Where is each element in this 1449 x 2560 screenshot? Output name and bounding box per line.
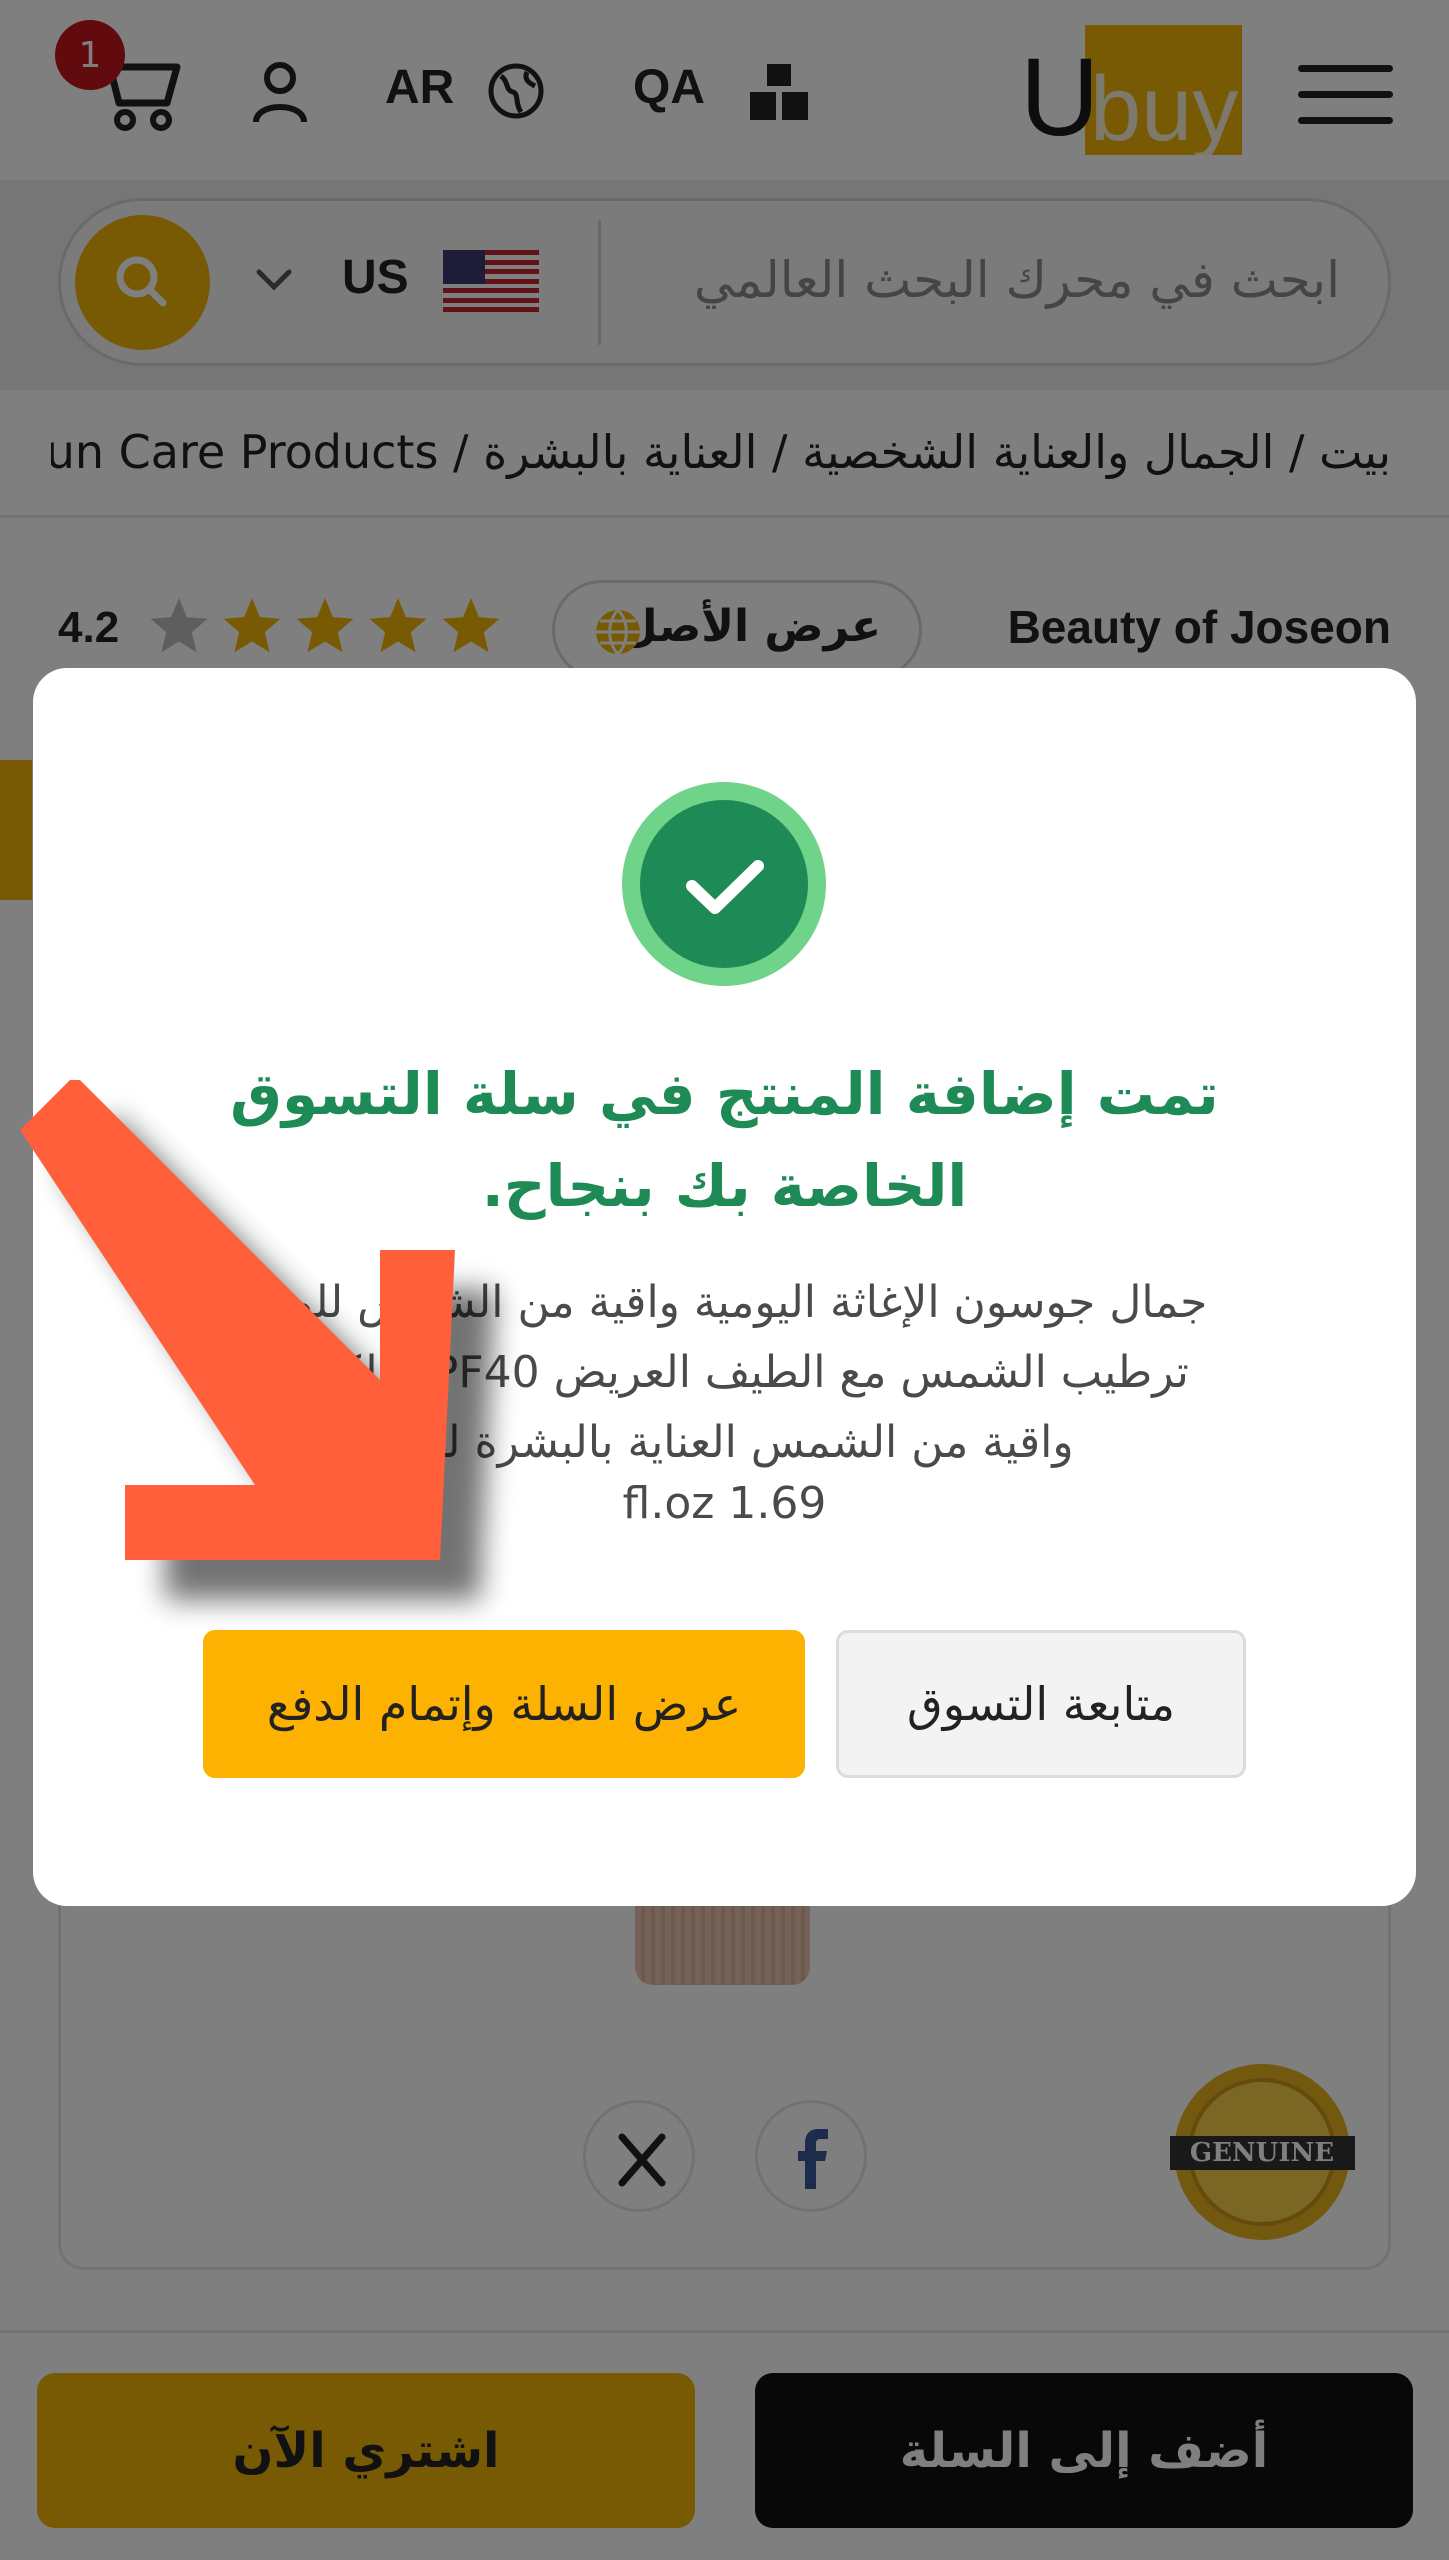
check-icon [622, 782, 826, 986]
arrow-annotation [20, 1080, 495, 1600]
view-cart-checkout-button[interactable]: عرض السلة وإتمام الدفع [203, 1630, 805, 1778]
continue-shopping-button[interactable]: متابعة التسوق [836, 1630, 1246, 1778]
